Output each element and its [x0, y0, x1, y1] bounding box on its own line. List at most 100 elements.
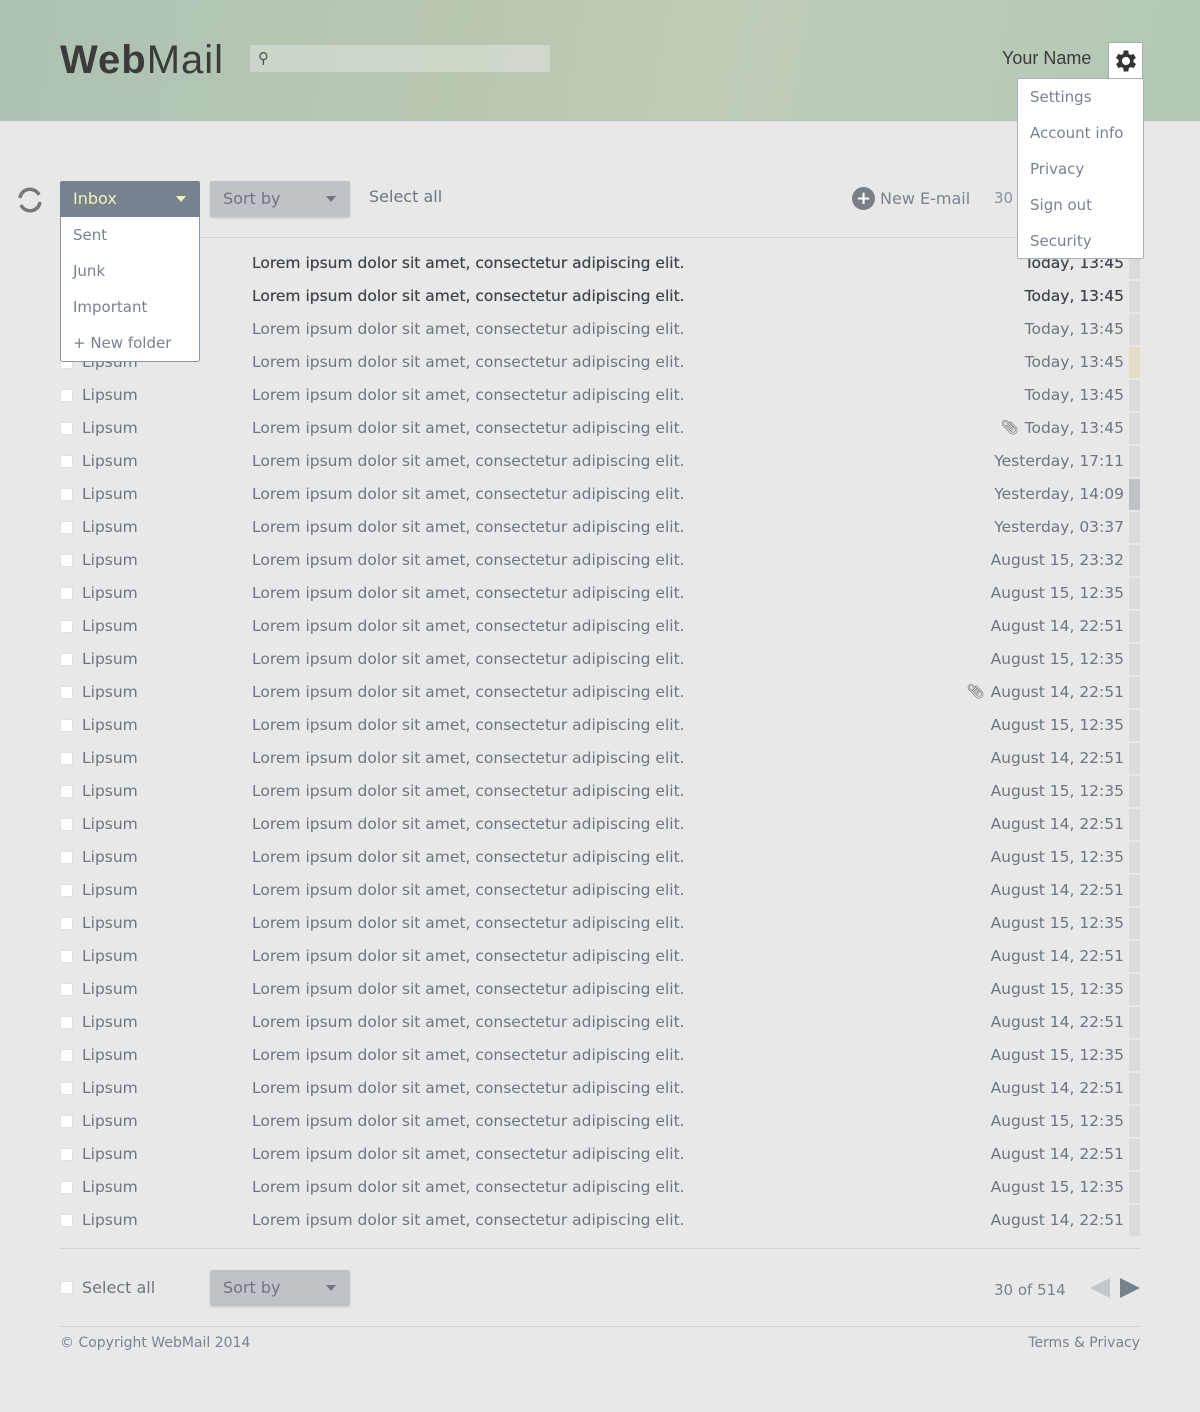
sort-dropdown[interactable]: Sort by — [210, 181, 350, 217]
select-all-button[interactable]: Select all — [369, 187, 442, 206]
email-checkbox[interactable] — [60, 653, 73, 666]
email-row[interactable]: Lipsum Lorem ipsum dolor sit amet, conse… — [60, 841, 1140, 874]
email-row[interactable]: Lipsum Lorem ipsum dolor sit amet, conse… — [60, 511, 1140, 544]
email-row[interactable]: Lipsum Lorem ipsum dolor sit amet, conse… — [60, 1072, 1140, 1105]
flag-marker[interactable] — [1129, 710, 1140, 741]
flag-marker[interactable] — [1129, 479, 1140, 510]
email-row[interactable]: Lipsum Lorem ipsum dolor sit amet, conse… — [60, 1171, 1140, 1204]
flag-marker[interactable] — [1129, 446, 1140, 477]
email-row[interactable]: Lipsum Lorem ipsum dolor sit amet, conse… — [60, 874, 1140, 907]
email-row[interactable]: Lipsum Lorem ipsum dolor sit amet, conse… — [60, 577, 1140, 610]
flag-marker[interactable] — [1129, 743, 1140, 774]
email-checkbox[interactable] — [60, 488, 73, 501]
email-checkbox[interactable] — [60, 455, 73, 468]
refresh-button[interactable] — [16, 185, 44, 219]
flag-marker[interactable] — [1129, 941, 1140, 972]
email-checkbox[interactable] — [60, 686, 73, 699]
flag-marker[interactable] — [1129, 974, 1140, 1005]
email-checkbox[interactable] — [60, 917, 73, 930]
flag-marker[interactable] — [1129, 677, 1140, 708]
email-checkbox[interactable] — [60, 1181, 73, 1194]
email-row[interactable]: Lipsum Lorem ipsum dolor sit amet, conse… — [60, 313, 1140, 346]
user-name[interactable]: Your Name — [1002, 48, 1091, 69]
next-page-icon[interactable] — [1120, 1278, 1140, 1298]
flag-marker[interactable] — [1129, 908, 1140, 939]
settings-button[interactable] — [1108, 42, 1143, 78]
flag-marker[interactable] — [1129, 380, 1140, 411]
email-checkbox[interactable] — [60, 1115, 73, 1128]
menu-item-security[interactable]: Security — [1018, 223, 1143, 259]
email-checkbox[interactable] — [60, 752, 73, 765]
email-row[interactable]: Lipsum Lorem ipsum dolor sit amet, conse… — [60, 478, 1140, 511]
flag-marker[interactable] — [1129, 809, 1140, 840]
email-checkbox[interactable] — [60, 620, 73, 633]
flag-marker[interactable] — [1129, 413, 1140, 444]
logo[interactable]: WebMail — [60, 38, 224, 83]
email-checkbox[interactable] — [60, 1148, 73, 1161]
email-row[interactable]: Lipsum Lorem ipsum dolor sit amet, conse… — [60, 346, 1140, 379]
flag-marker[interactable] — [1129, 314, 1140, 345]
email-row[interactable]: Lipsum Lorem ipsum dolor sit amet, conse… — [60, 412, 1140, 445]
flag-marker[interactable] — [1129, 776, 1140, 807]
menu-item-sign-out[interactable]: Sign out — [1018, 187, 1143, 223]
email-row[interactable]: Lipsum Lorem ipsum dolor sit amet, conse… — [60, 907, 1140, 940]
email-row[interactable]: Lipsum Lorem ipsum dolor sit amet, conse… — [60, 709, 1140, 742]
email-checkbox[interactable] — [60, 950, 73, 963]
email-checkbox[interactable] — [60, 818, 73, 831]
email-row[interactable]: Lipsum Lorem ipsum dolor sit amet, conse… — [60, 445, 1140, 478]
email-checkbox[interactable] — [60, 1082, 73, 1095]
select-all-label[interactable]: Select all — [82, 1278, 155, 1297]
email-checkbox[interactable] — [60, 851, 73, 864]
email-row[interactable]: Lipsum Lorem ipsum dolor sit amet, conse… — [60, 676, 1140, 709]
email-checkbox[interactable] — [60, 521, 73, 534]
terms-link[interactable]: Terms & Privacy — [1028, 1335, 1140, 1351]
email-row[interactable]: Lipsum Lorem ipsum dolor sit amet, conse… — [60, 379, 1140, 412]
search-input[interactable] — [250, 45, 550, 72]
email-checkbox[interactable] — [60, 554, 73, 567]
flag-marker[interactable] — [1129, 1106, 1140, 1137]
folder-junk[interactable]: Junk — [61, 253, 199, 289]
email-row[interactable]: Lipsum Lorem ipsum dolor sit amet, conse… — [60, 940, 1140, 973]
flag-marker[interactable] — [1129, 347, 1140, 378]
email-checkbox[interactable] — [60, 587, 73, 600]
flag-marker[interactable] — [1129, 512, 1140, 543]
email-checkbox[interactable] — [60, 1049, 73, 1062]
flag-marker[interactable] — [1129, 1205, 1140, 1236]
email-row[interactable]: Lipsum Lorem ipsum dolor sit amet, conse… — [60, 1039, 1140, 1072]
flag-marker[interactable] — [1129, 1073, 1140, 1104]
email-row[interactable]: Lipsum Lorem ipsum dolor sit amet, conse… — [60, 742, 1140, 775]
folder-sent[interactable]: Sent — [61, 217, 199, 253]
flag-marker[interactable] — [1129, 281, 1140, 312]
flag-marker[interactable] — [1129, 1007, 1140, 1038]
email-row[interactable]: Lipsum Lorem ipsum dolor sit amet, conse… — [60, 775, 1140, 808]
email-row[interactable]: Lipsum Lorem ipsum dolor sit amet, conse… — [60, 610, 1140, 643]
email-row[interactable]: Lipsum Lorem ipsum dolor sit amet, conse… — [60, 973, 1140, 1006]
email-row[interactable]: Lipsum Lorem ipsum dolor sit amet, conse… — [60, 280, 1140, 313]
email-checkbox[interactable] — [60, 719, 73, 732]
folder-important[interactable]: Important — [61, 289, 199, 325]
email-row[interactable]: Lipsum Lorem ipsum dolor sit amet, conse… — [60, 643, 1140, 676]
email-checkbox[interactable] — [60, 422, 73, 435]
new-email-button[interactable]: + New E-mail — [852, 187, 970, 210]
flag-marker[interactable] — [1129, 578, 1140, 609]
flag-marker[interactable] — [1129, 611, 1140, 642]
flag-marker[interactable] — [1129, 1172, 1140, 1203]
folder-dropdown[interactable]: Inbox — [60, 181, 200, 217]
flag-marker[interactable] — [1129, 1040, 1140, 1071]
menu-item-privacy[interactable]: Privacy — [1018, 151, 1143, 187]
select-all-checkbox[interactable] — [60, 1281, 73, 1294]
menu-item-settings[interactable]: Settings — [1018, 79, 1143, 115]
email-row[interactable]: Lipsum Lorem ipsum dolor sit amet, conse… — [60, 1204, 1140, 1237]
email-row[interactable]: Lipsum Lorem ipsum dolor sit amet, conse… — [60, 1138, 1140, 1171]
email-row[interactable]: Lipsum Lorem ipsum dolor sit amet, conse… — [60, 247, 1140, 280]
flag-marker[interactable] — [1129, 545, 1140, 576]
email-checkbox[interactable] — [60, 389, 73, 402]
new-folder-button[interactable]: + New folder — [61, 325, 199, 361]
email-checkbox[interactable] — [60, 1214, 73, 1227]
email-checkbox[interactable] — [60, 785, 73, 798]
prev-page-icon[interactable] — [1090, 1278, 1110, 1298]
email-row[interactable]: Lipsum Lorem ipsum dolor sit amet, conse… — [60, 1105, 1140, 1138]
flag-marker[interactable] — [1129, 644, 1140, 675]
email-checkbox[interactable] — [60, 983, 73, 996]
flag-marker[interactable] — [1129, 875, 1140, 906]
